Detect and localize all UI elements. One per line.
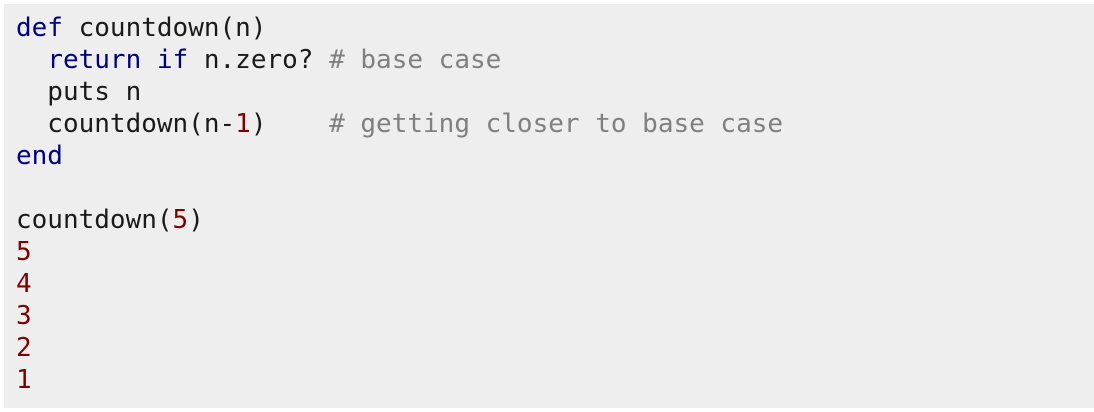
output-number: 3 (16, 301, 32, 331)
code-token: def (16, 13, 63, 43)
code-token: ) (250, 109, 330, 139)
output-number: 5 (16, 237, 32, 267)
code-line: def countdown(n) (16, 12, 1094, 44)
code-token: countdown(n- (16, 109, 236, 139)
output-line: 4 (16, 268, 1094, 300)
code-block: def countdown(n) return if n.zero? # bas… (4, 4, 1094, 408)
code-token: puts n (16, 77, 142, 107)
output-number: 1 (16, 365, 32, 395)
output-line: 3 (16, 300, 1094, 332)
code-token: return (47, 45, 142, 75)
code-line: countdown(5) (16, 204, 1094, 236)
code-comment: # getting closer to base case (329, 109, 784, 139)
output-line: 5 (16, 236, 1094, 268)
code-token: countdown(n) (62, 13, 267, 43)
output-number: 4 (16, 269, 32, 299)
code-token: countdown( (16, 205, 173, 235)
code-comment: # base case (329, 45, 502, 75)
code-token: n.zero? (188, 45, 330, 75)
output-line: 1 (16, 364, 1094, 396)
code-number: 1 (235, 109, 251, 139)
code-token: end (16, 141, 63, 171)
code-token: if (156, 45, 189, 75)
code-line: return if n.zero? # base case (16, 44, 1094, 76)
code-line: end (16, 140, 1094, 172)
output-line: 2 (16, 332, 1094, 364)
code-line: countdown(n-1) # getting closer to base … (16, 108, 1094, 140)
code-number: 5 (172, 205, 189, 235)
code-line: puts n (16, 76, 1094, 108)
code-token: ) (188, 205, 204, 235)
output-number: 2 (16, 333, 32, 363)
